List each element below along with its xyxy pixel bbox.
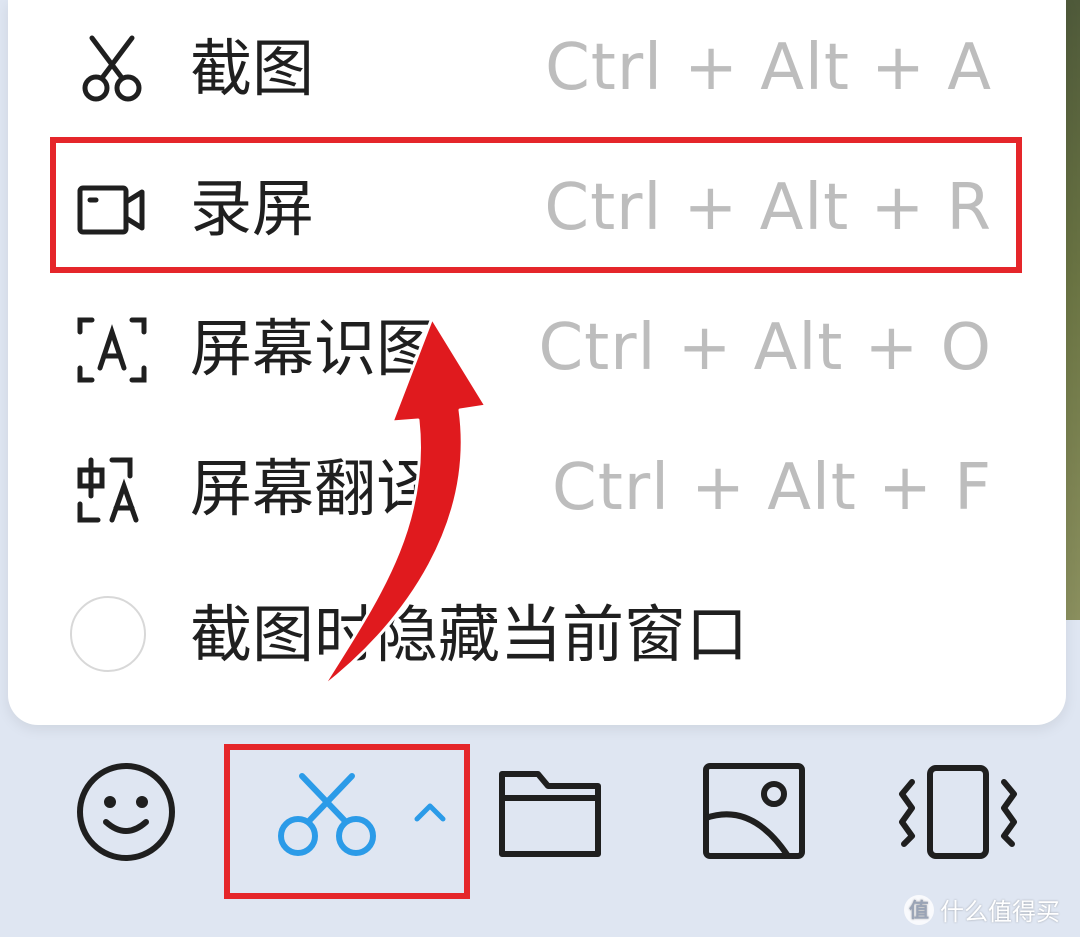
emoji-icon (74, 760, 178, 864)
screenshot-dropdown-menu: 截图 Ctrl + Alt + A 录屏 Ctrl + Alt + R 屏幕识图… (8, 0, 1066, 725)
menu-item-label: 屏幕识图 (190, 312, 439, 385)
highlight-box-screenshot-button (224, 744, 470, 899)
watermark: 值 什么值得买 (904, 892, 1060, 927)
menu-item-shortcut: Ctrl + Alt + O (538, 311, 992, 385)
translate-icon (72, 450, 152, 530)
menu-item-label: 屏幕翻译 (190, 452, 439, 525)
image-button[interactable] (702, 762, 806, 860)
menu-item-shortcut: Ctrl + Alt + A (545, 31, 992, 105)
vibrate-button[interactable] (896, 764, 1020, 860)
menu-item-label: 截图 (190, 32, 315, 105)
menu-item-screen-recognition[interactable]: 屏幕识图 Ctrl + Alt + O (8, 280, 1066, 420)
folder-icon (496, 764, 604, 860)
vibrate-phone-icon (896, 764, 1020, 860)
hide-window-label: 截图时隐藏当前窗口 (190, 598, 749, 671)
folder-button[interactable] (496, 764, 604, 860)
image-icon (702, 762, 806, 860)
watermark-logo: 值 (904, 894, 934, 925)
watermark-text: 什么值得买 (940, 898, 1060, 926)
scissors-icon (72, 30, 152, 110)
menu-item-shortcut: Ctrl + Alt + F (552, 451, 992, 525)
emoji-button[interactable] (74, 760, 178, 864)
background-strip (1066, 0, 1080, 620)
hide-window-radio[interactable] (70, 596, 146, 672)
menu-item-screenshot[interactable]: 截图 Ctrl + Alt + A (8, 0, 1066, 140)
highlight-box-screen-record (50, 137, 1022, 273)
text-recognition-icon (72, 310, 152, 390)
menu-item-screen-translate[interactable]: 屏幕翻译 Ctrl + Alt + F (8, 420, 1066, 560)
